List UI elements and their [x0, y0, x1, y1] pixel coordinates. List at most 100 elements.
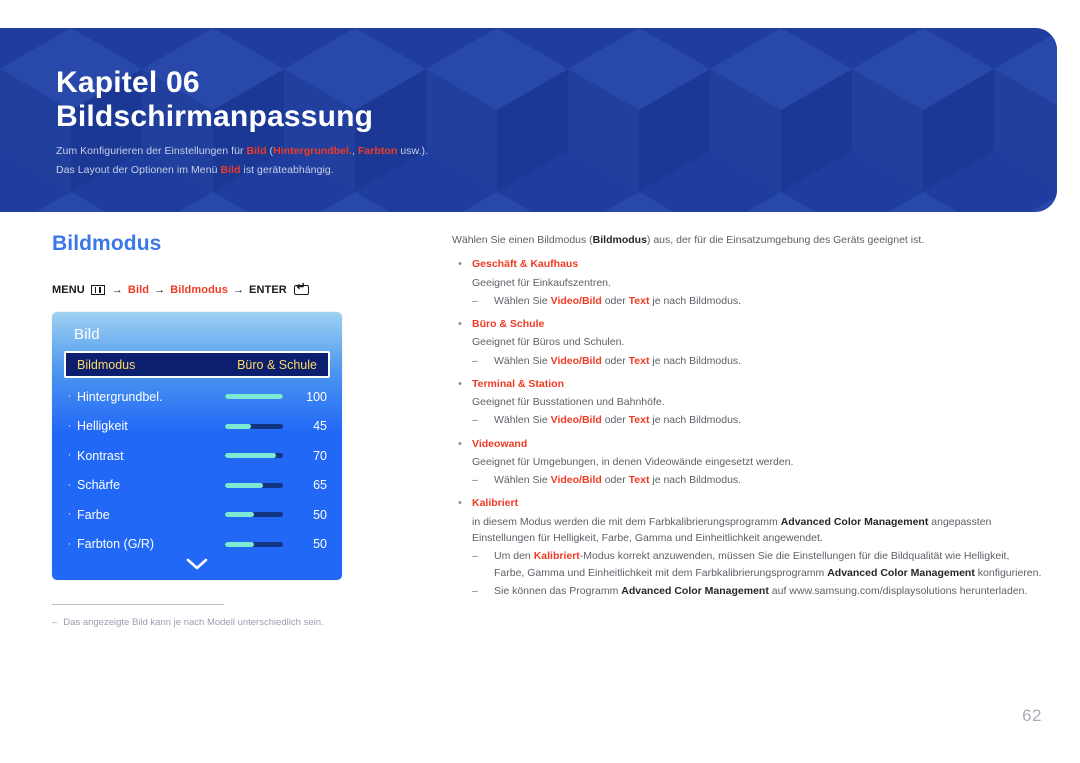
chapter-label: Kapitel 06	[56, 66, 200, 99]
mode-note-text: Wählen Sie Video/Bild oder Text je nach …	[494, 414, 742, 427]
hl-text: Text	[628, 474, 650, 487]
bullet-dot-icon: ·	[67, 419, 72, 432]
osd-screenshot-panel: Bild Bildmodus Büro & Schule · Hintergru…	[52, 312, 342, 580]
osd-row-kontrast[interactable]: · Kontrast 70	[64, 441, 330, 471]
osd-slider-track[interactable]	[225, 423, 283, 429]
osd-slider-track[interactable]	[225, 512, 283, 518]
mode-description: in diesem Modus werden die mit dem Farbk…	[472, 515, 992, 544]
osd-selected-label: Bildmodus	[77, 357, 136, 372]
menu-path-item-bildmodus: Bildmodus	[170, 284, 228, 296]
bullet-icon: •	[458, 497, 462, 510]
mode-name: Kalibriert	[472, 497, 519, 510]
hl-video-bild: Video/Bild	[550, 294, 602, 307]
mode-note: – Wählen Sie Video/Bild oder Text je nac…	[472, 472, 1042, 488]
osd-row-value: 50	[313, 507, 327, 522]
mode-description: Geeignet für Busstationen und Bahnhöfe.	[472, 396, 665, 409]
osd-row-label: Helligkeit	[77, 419, 128, 434]
hl-advanced-color-management: Advanced Color Management	[827, 566, 975, 579]
hl-video-bild: Video/Bild	[550, 414, 602, 427]
osd-row-value: 45	[313, 419, 327, 434]
osd-row-hintergrundbel[interactable]: · Hintergrundbel. 100	[64, 382, 330, 412]
banner-subtitle-line-2: Das Layout der Optionen im Menü Bild ist…	[56, 163, 334, 176]
hl-text: Text	[628, 414, 650, 427]
arrow-1: →	[111, 284, 123, 296]
osd-slider-fill	[225, 394, 283, 400]
mode-name: Terminal & Station	[472, 377, 564, 390]
osd-slider-track[interactable]	[225, 482, 283, 488]
left-column: Bildmodus MENU → Bild → Bildmodus → ENTE…	[52, 232, 412, 580]
osd-selected-row-bildmodus[interactable]: Bildmodus Büro & Schule	[64, 351, 330, 378]
mode-note-text: Wählen Sie Video/Bild oder Text je nach …	[494, 294, 742, 307]
menu-path-breadcrumb: MENU → Bild → Bildmodus → ENTER	[52, 282, 412, 296]
mode-note-text: Um den Kalibriert-Modus korrekt anzuwend…	[494, 550, 1042, 579]
chevron-down-icon[interactable]	[52, 558, 342, 570]
osd-row-value: 50	[313, 537, 327, 552]
mode-name: Videowand	[472, 437, 528, 450]
osd-slider-fill	[225, 423, 252, 429]
dash-icon: –	[472, 584, 478, 597]
dash-icon: –	[472, 474, 478, 487]
arrow-3: →	[232, 284, 245, 296]
mode-note-text: Wählen Sie Video/Bild oder Text je nach …	[494, 474, 742, 487]
osd-row-value: 70	[313, 448, 327, 463]
osd-title: Bild	[74, 326, 100, 343]
mode-note: – Wählen Sie Video/Bild oder Text je nac…	[472, 412, 1042, 428]
menu-grid-icon	[90, 285, 105, 295]
intro-highlight-bildmodus: Bildmodus	[592, 234, 647, 246]
bullet-icon: •	[458, 437, 462, 450]
page-number: 62	[1022, 706, 1042, 725]
osd-slider-fill	[225, 541, 254, 547]
bullet-dot-icon: ·	[67, 449, 72, 462]
osd-slider-track[interactable]	[225, 541, 283, 547]
osd-selected-value: Büro & Schule	[237, 357, 317, 372]
bullet-icon: •	[458, 377, 462, 390]
osd-slider-fill	[225, 512, 254, 518]
footnote-divider	[52, 604, 224, 605]
hl-farbton: Farbton	[357, 145, 398, 158]
bullet-icon: •	[458, 318, 462, 331]
mode-note-text: Wählen Sie Video/Bild oder Text je nach …	[494, 354, 742, 367]
osd-slider-track[interactable]	[225, 394, 283, 400]
osd-row-farbton[interactable]: · Farbton (G/R) 50	[64, 530, 330, 560]
intro-paragraph: Wählen Sie einen Bildmodus (Bildmodus) a…	[452, 234, 925, 246]
mode-note-text: Sie können das Programm Advanced Color M…	[494, 584, 1028, 597]
hl-bild-2: Bild	[220, 163, 241, 176]
mode-name: Geschäft & Kaufhaus	[472, 258, 579, 271]
chapter-banner: Kapitel 06 Bildschirmanpassung Zum Konfi…	[0, 28, 1057, 212]
mode-item-buero-schule: • Büro & Schule Geeignet für Büros und S…	[452, 316, 1042, 369]
page-title: Bildmodus	[52, 232, 162, 255]
menu-path-menu-label: MENU	[52, 284, 85, 296]
mode-note-1: – Um den Kalibriert-Modus korrekt anzuwe…	[472, 548, 1042, 581]
chapter-title: Bildschirmanpassung	[56, 99, 374, 133]
footnote-text: Das angezeigte Bild kann je nach Modell …	[63, 617, 324, 628]
osd-slider-fill	[225, 453, 277, 459]
bullet-dot-icon: ·	[67, 478, 72, 491]
osd-row-label: Hintergrundbel.	[77, 389, 163, 404]
footnote: – Das angezeigte Bild kann je nach Model…	[52, 616, 392, 630]
footnote-block: – Das angezeigte Bild kann je nach Model…	[52, 604, 392, 630]
banner-subtitle: Zum Konfigurieren der Einstellungen für …	[56, 142, 1057, 179]
dash-icon: –	[472, 550, 478, 563]
hl-video-bild: Video/Bild	[550, 474, 602, 487]
osd-slider-track[interactable]	[225, 453, 283, 459]
hl-advanced-color-management: Advanced Color Management	[780, 515, 929, 528]
dash-icon: –	[472, 294, 478, 307]
menu-path-enter-label: ENTER	[249, 284, 287, 296]
osd-row-farbe[interactable]: · Farbe 50	[64, 500, 330, 530]
hl-text: Text	[628, 354, 650, 367]
bullet-dot-icon: ·	[67, 537, 72, 550]
enter-key-icon	[293, 282, 309, 295]
bullet-dot-icon: ·	[67, 390, 72, 403]
menu-path-item-bild: Bild	[127, 284, 150, 296]
hl-video-bild: Video/Bild	[550, 354, 602, 367]
osd-row-label: Kontrast	[77, 448, 124, 463]
mode-description: Geeignet für Einkaufszentren.	[472, 276, 611, 289]
hl-kalibriert: Kalibriert	[533, 550, 580, 563]
osd-row-label: Farbton (G/R)	[77, 537, 155, 552]
osd-row-schaerfe[interactable]: · Schärfe 65	[64, 471, 330, 501]
hl-advanced-color-management: Advanced Color Management	[621, 584, 769, 597]
hl-hintergrundbel: Hintergrundbel.	[273, 145, 352, 158]
osd-row-list: · Hintergrundbel. 100 · Helligkeit 45 · …	[52, 378, 342, 559]
mode-description: Geeignet für Büros und Schulen.	[472, 336, 625, 349]
osd-row-helligkeit[interactable]: · Helligkeit 45	[64, 412, 330, 442]
